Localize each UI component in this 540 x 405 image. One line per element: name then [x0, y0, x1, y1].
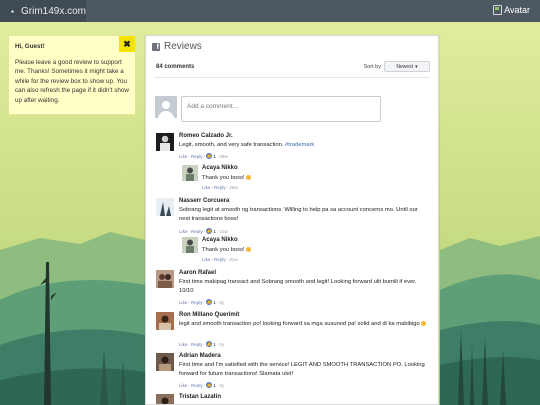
comment-actions: Like · Reply · 👍 1 · 2y: [179, 299, 225, 305]
comment-text: Thank you boss!: [202, 174, 422, 183]
like-count: 1: [213, 153, 216, 159]
commenter-name[interactable]: Ron Millano Querimit: [179, 312, 239, 318]
comment-actions: Like · Reply · 👍 1 · 29w: [179, 153, 228, 159]
avatar: [182, 237, 198, 253]
comment-actions: Like · Reply · 👍 1 · 2y: [179, 382, 225, 388]
like-link[interactable]: Like: [179, 229, 187, 234]
commenter-name[interactable]: Nasserr Corcuera: [179, 198, 229, 204]
comment-actions: Like · Reply · 31w: [202, 257, 238, 262]
commenter-name[interactable]: Romeo Calzado Jr.: [179, 133, 233, 139]
thumbs-up-icon: 👍: [206, 153, 213, 159]
avatar: [182, 165, 198, 181]
comment-actions: Like · Reply · 👍 1 · 2y: [179, 341, 225, 347]
avatar: [156, 270, 174, 288]
like-link[interactable]: Like: [179, 342, 187, 347]
reply-link[interactable]: Reply: [191, 154, 203, 159]
emoji-icon: [246, 174, 252, 180]
emoji-icon: [421, 320, 427, 326]
comment-item: Tristan Lazatin: [156, 394, 431, 404]
broken-image-icon: [493, 5, 503, 15]
commenter-name[interactable]: Aaron Rafael: [179, 270, 216, 276]
comment-count: 84 comments: [156, 64, 195, 70]
emoji-icon: [246, 246, 252, 252]
notice-greeting: Hi, Guest!: [15, 43, 45, 50]
close-notice-button[interactable]: ✖: [119, 36, 135, 52]
notice-message: Please leave a good review to support me…: [15, 58, 129, 104]
comment-text: Legit, smooth, and very safe transaction…: [179, 142, 315, 148]
avatar: [156, 353, 174, 371]
commenter-name[interactable]: Acaya Nikko: [202, 165, 238, 171]
avatar: [156, 198, 174, 216]
comment-item: Nasserr Corcuera Sobrang legit at smooth…: [156, 198, 431, 238]
comment-item: Aaron Rafael First time makipag transact…: [156, 270, 431, 306]
reply-item: Acaya Nikko Thank you boss! Like · Reply · 3…: [182, 237, 422, 263]
like-count: 1: [213, 382, 216, 388]
like-link[interactable]: Like: [202, 185, 210, 190]
like-link[interactable]: Like: [179, 383, 187, 388]
like-count: 1: [213, 228, 216, 234]
timestamp[interactable]: 2y: [219, 342, 224, 347]
like-count: 1: [213, 299, 216, 305]
comment-text: First time makipag transact and Sobrang …: [179, 279, 417, 294]
thumbs-up-icon: 👍: [206, 299, 213, 305]
timestamp[interactable]: 2y: [219, 300, 224, 305]
like-link[interactable]: Like: [202, 257, 210, 262]
top-navbar: Grim149x.com Avatar: [0, 0, 540, 22]
commenter-name[interactable]: Tristan Lazatin: [179, 394, 221, 400]
comment-text: Thank you boss!: [202, 246, 422, 255]
timestamp[interactable]: 29w: [229, 185, 237, 190]
comment-input[interactable]: Add a comment...: [181, 96, 381, 122]
comment-item: Romeo Calzado Jr. Legit, smooth, and ver…: [156, 133, 431, 163]
avatar: [156, 312, 174, 330]
timestamp[interactable]: 29w: [219, 154, 227, 159]
comment-item: Adrian Madera First time and I'm satisfi…: [156, 353, 431, 391]
thumbs-up-icon: 👍: [206, 382, 213, 388]
sort-dropdown[interactable]: Newest ▾: [384, 61, 430, 72]
comment-item: Ron Millano Querimit legit and smooth tr…: [156, 312, 431, 350]
commenter-name[interactable]: Acaya Nikko: [202, 237, 238, 243]
home-icon: [11, 9, 14, 13]
avatar-menu[interactable]: Avatar: [493, 5, 530, 15]
guest-notice: Hi, Guest! Please leave a good review to…: [8, 35, 136, 115]
reply-link[interactable]: Reply: [191, 342, 203, 347]
timestamp[interactable]: 31w: [229, 257, 237, 262]
avatar: [156, 394, 174, 404]
sort-label: Sort by: [363, 64, 381, 70]
thumbs-up-icon: 👍: [206, 341, 213, 347]
caret-down-icon: ▾: [415, 63, 418, 70]
like-link[interactable]: Like: [179, 154, 187, 159]
comment-text: First time and I'm satisfied with the se…: [179, 362, 425, 377]
brand-link[interactable]: Grim149x.com: [0, 0, 86, 22]
timestamp[interactable]: 31w: [219, 229, 227, 234]
reviews-card: Reviews 84 comments Sort by Newest ▾ Add…: [145, 35, 439, 405]
reply-link[interactable]: Reply: [214, 185, 226, 190]
comment-text: Sobrang legit at smooth ng transactions.…: [179, 207, 418, 222]
comment-actions: Like · Reply · 👍 1 · 31w: [179, 228, 228, 234]
reply-link[interactable]: Reply: [214, 257, 226, 262]
hashtag-link[interactable]: #trademark: [285, 142, 314, 148]
reply-item: Acaya Nikko Thank you boss! Like · Reply · 2…: [182, 165, 422, 191]
reply-link[interactable]: Reply: [191, 229, 203, 234]
like-count: 1: [213, 341, 216, 347]
default-avatar: [155, 96, 177, 118]
timestamp[interactable]: 2y: [219, 383, 224, 388]
comment-text: legit and smooth transaction po! looking…: [179, 320, 429, 329]
like-link[interactable]: Like: [179, 300, 187, 305]
facebook-icon: [152, 42, 160, 52]
thumbs-up-icon: 👍: [206, 228, 213, 234]
avatar-label: Avatar: [504, 5, 530, 15]
reply-link[interactable]: Reply: [191, 383, 203, 388]
reviews-header: Reviews: [152, 41, 202, 52]
divider: [154, 77, 430, 78]
reply-link[interactable]: Reply: [191, 300, 203, 305]
reviews-title: Reviews: [164, 41, 202, 52]
commenter-name[interactable]: Adrian Madera: [179, 353, 221, 359]
comment-actions: Like · Reply · 29w: [202, 185, 238, 190]
avatar: [156, 133, 174, 151]
sort-value: Newest: [396, 63, 414, 70]
brand-label: Grim149x.com: [20, 5, 86, 17]
